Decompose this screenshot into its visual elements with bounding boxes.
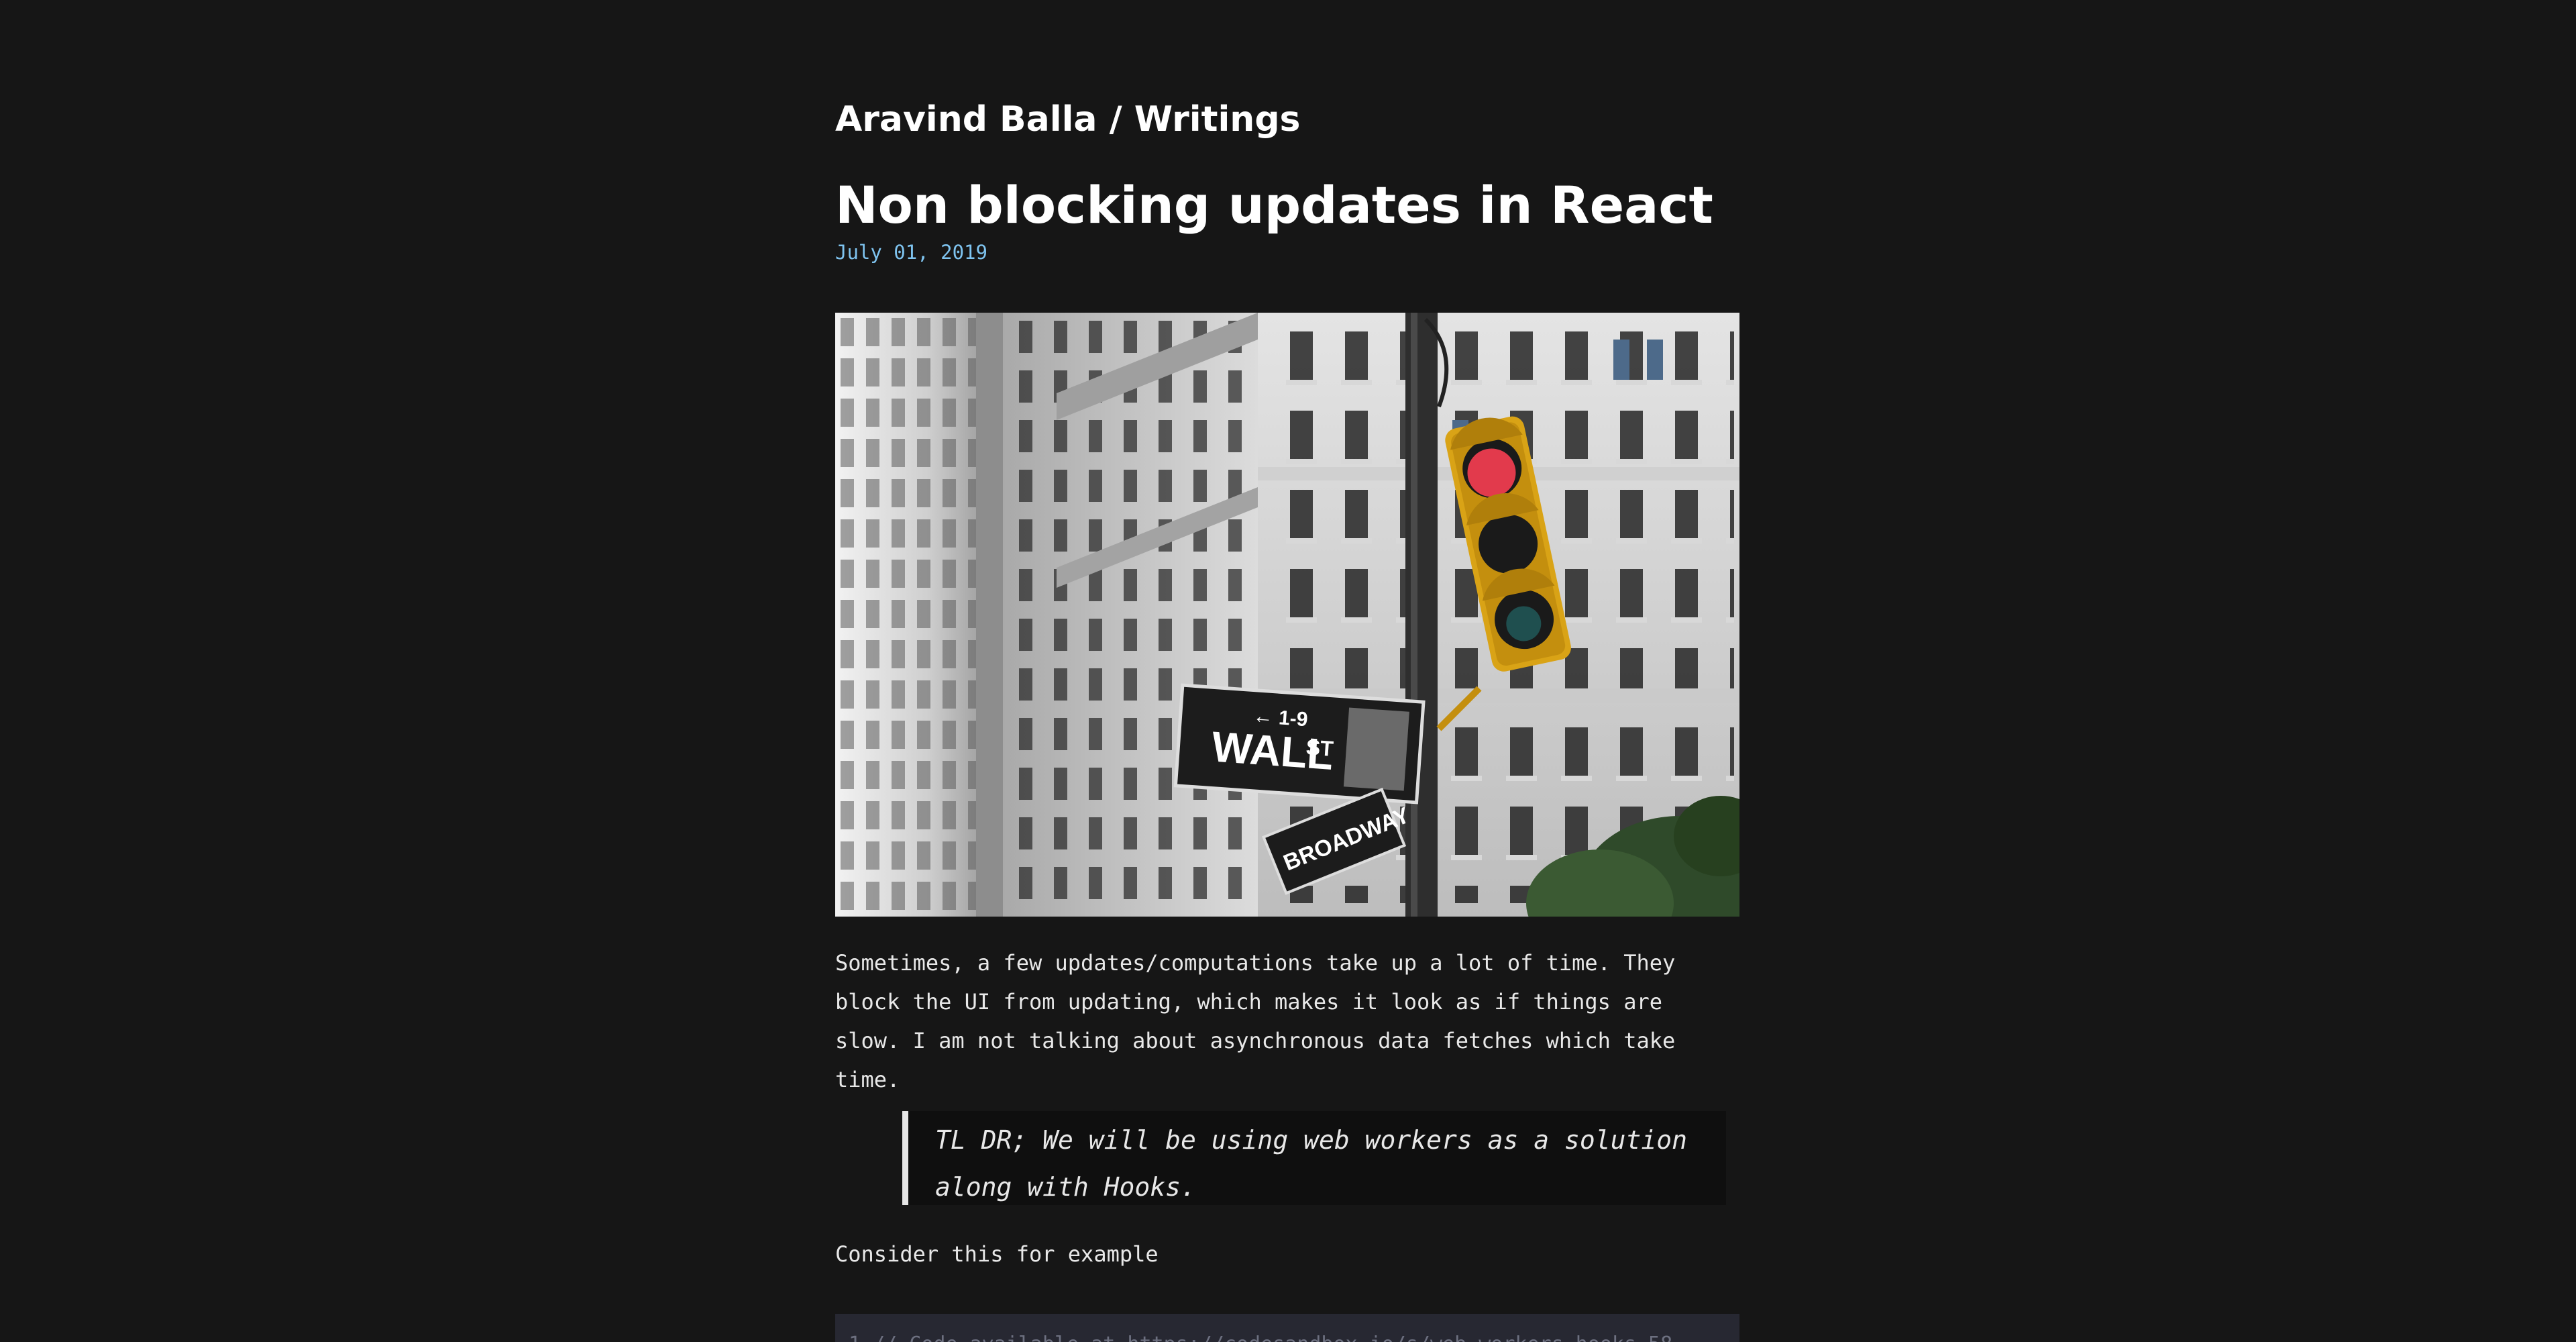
hero-image: ← 1-9 WALL ST BROADWAY bbox=[835, 313, 1739, 917]
intro-paragraph: Sometimes, a few updates/computations ta… bbox=[835, 950, 1676, 1092]
tldr-blockquote: TL DR; We will be using web workers as a… bbox=[902, 1111, 1726, 1205]
post-date: July 01, 2019 bbox=[835, 241, 987, 264]
st-suffix-label: ST bbox=[1305, 735, 1335, 761]
example-paragraph: Consider this for example bbox=[835, 1241, 1159, 1267]
site-title-link[interactable]: Aravind Balla / Writings bbox=[835, 94, 1301, 145]
code-block: 1 // Code available at https://codesandb… bbox=[835, 1314, 1739, 1342]
code-line: 1 // Code available at https://codesandb… bbox=[849, 1331, 1672, 1342]
blockquote-text: TL DR; We will be using web workers as a… bbox=[935, 1125, 1688, 1202]
post-title: Non blocking updates in React bbox=[835, 175, 1713, 235]
